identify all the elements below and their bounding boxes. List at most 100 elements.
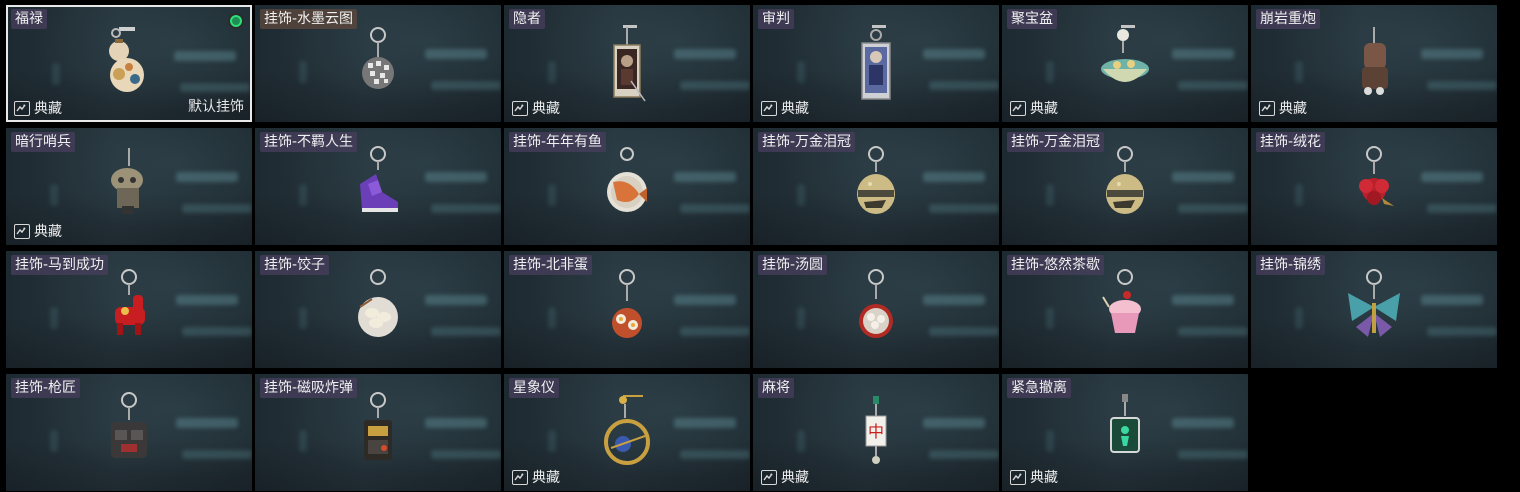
background-streak (1178, 81, 1248, 90)
background-streak (431, 204, 501, 213)
charm-name: 挂饰-绒花 (1256, 132, 1326, 152)
charm-card[interactable]: 暗行哨兵 典藏 (6, 128, 252, 245)
charm-card[interactable]: 挂饰-锦绣 (1251, 251, 1497, 368)
background-streak (425, 172, 487, 182)
charm-card[interactable]: 挂饰-汤圆 (753, 251, 999, 368)
judgement-card-charm-icon (836, 17, 916, 113)
collection-badge: 典藏 (761, 468, 809, 486)
charm-card[interactable]: 挂饰-水墨云图 (255, 5, 501, 122)
sentinel-charm-icon (89, 140, 169, 236)
svg-text:中: 中 (868, 422, 884, 441)
charm-card[interactable]: 挂饰-枪匠 (6, 374, 252, 491)
background-streak (182, 204, 252, 213)
background-streak (182, 327, 252, 336)
charm-card[interactable]: 挂饰-磁吸炸弹 (255, 374, 501, 491)
charm-card[interactable]: 挂饰-年年有鱼 (504, 128, 750, 245)
default-charm-label: 默认挂饰 (188, 99, 244, 115)
background-streak (1172, 49, 1234, 59)
background-streak (50, 430, 58, 452)
charm-card[interactable]: 挂饰-万金泪冠 (1002, 128, 1248, 245)
background-streak (1172, 295, 1234, 305)
background-streak (182, 450, 252, 459)
charm-card[interactable]: 隐者 典藏 (504, 5, 750, 122)
charm-name: 挂饰-磁吸炸弹 (260, 378, 358, 398)
charm-name: 福禄 (11, 9, 47, 29)
collection-icon (1259, 100, 1275, 116)
charm-card[interactable]: 崩岩重炮 典藏 (1251, 5, 1497, 122)
collection-label: 典藏 (532, 101, 560, 117)
background-streak (923, 295, 985, 305)
background-streak (1046, 184, 1054, 206)
charm-name: 挂饰-马到成功 (11, 255, 109, 275)
tarot-card-charm-icon (587, 17, 667, 113)
rock-cannon-charm-icon (1334, 17, 1414, 113)
emergency-sign-charm-icon (1085, 386, 1165, 482)
collection-label: 典藏 (34, 224, 62, 240)
background-streak (50, 184, 58, 206)
collection-badge: 典藏 (14, 99, 62, 117)
tangyuan-bowl-charm-icon (836, 263, 916, 359)
charm-card[interactable]: 审判 典藏 (753, 5, 999, 122)
charm-card[interactable]: 挂饰-万金泪冠 (753, 128, 999, 245)
background-streak (431, 81, 501, 90)
background-streak (1295, 184, 1303, 206)
collection-badge: 典藏 (1259, 99, 1307, 117)
charm-name: 挂饰-枪匠 (11, 378, 81, 398)
charm-name: 挂饰-不羁人生 (260, 132, 358, 152)
background-streak (548, 184, 556, 206)
charm-card[interactable]: 星象仪 典藏 (504, 374, 750, 491)
astrolabe-charm-icon (587, 386, 667, 482)
background-streak (674, 295, 736, 305)
background-streak (548, 61, 556, 83)
charm-name: 挂饰-年年有鱼 (509, 132, 607, 152)
equipped-indicator-icon (228, 13, 244, 29)
collection-label: 典藏 (781, 101, 809, 117)
background-streak (680, 450, 750, 459)
background-streak (1046, 61, 1054, 83)
background-streak (176, 172, 238, 182)
sneaker-charm-icon (338, 140, 418, 236)
background-streak (929, 204, 999, 213)
background-streak (1046, 307, 1054, 329)
collection-badge: 典藏 (14, 222, 62, 240)
fish-plate-charm-icon (587, 140, 667, 236)
charm-card[interactable]: 挂饰-北非蛋 (504, 251, 750, 368)
background-streak (1427, 81, 1497, 90)
charm-card[interactable]: 中 麻将 典藏 (753, 374, 999, 491)
background-streak (797, 61, 805, 83)
charm-card[interactable]: 聚宝盆 典藏 (1002, 5, 1248, 122)
background-streak (1421, 49, 1483, 59)
background-streak (1421, 172, 1483, 182)
collection-icon (1010, 469, 1026, 485)
charm-card[interactable]: 挂饰-马到成功 (6, 251, 252, 368)
collection-icon (512, 100, 528, 116)
charm-name: 崩岩重炮 (1256, 9, 1320, 29)
background-streak (1427, 204, 1497, 213)
background-streak (299, 307, 307, 329)
charm-name: 挂饰-饺子 (260, 255, 330, 275)
charm-card[interactable]: 挂饰-饺子 (255, 251, 501, 368)
background-streak (176, 295, 238, 305)
background-streak (431, 450, 501, 459)
background-streak (176, 418, 238, 428)
gold-crown-charm-icon (1085, 140, 1165, 236)
charm-name: 麻将 (758, 378, 794, 398)
magnetic-bomb-charm-icon (338, 386, 418, 482)
charm-name: 挂饰-北非蛋 (509, 255, 593, 275)
collection-icon (512, 469, 528, 485)
charm-card[interactable]: 挂饰-不羁人生 (255, 128, 501, 245)
background-streak (1178, 327, 1248, 336)
background-streak (929, 81, 999, 90)
background-streak (674, 49, 736, 59)
collection-label: 典藏 (1279, 101, 1307, 117)
background-streak (1427, 327, 1497, 336)
collection-icon (761, 469, 777, 485)
charm-card[interactable]: 挂饰-绒花 (1251, 128, 1497, 245)
shakshuka-charm-icon (587, 263, 667, 359)
background-streak (1295, 61, 1303, 83)
charm-card[interactable]: 挂饰-悠然茶歇 (1002, 251, 1248, 368)
mahjong-tile-charm-icon: 中 (836, 386, 916, 482)
charm-card[interactable]: 紧急撤离 典藏 (1002, 374, 1248, 491)
collection-badge: 典藏 (761, 99, 809, 117)
charm-card[interactable]: 福禄 典藏 默认挂饰 (6, 5, 252, 122)
